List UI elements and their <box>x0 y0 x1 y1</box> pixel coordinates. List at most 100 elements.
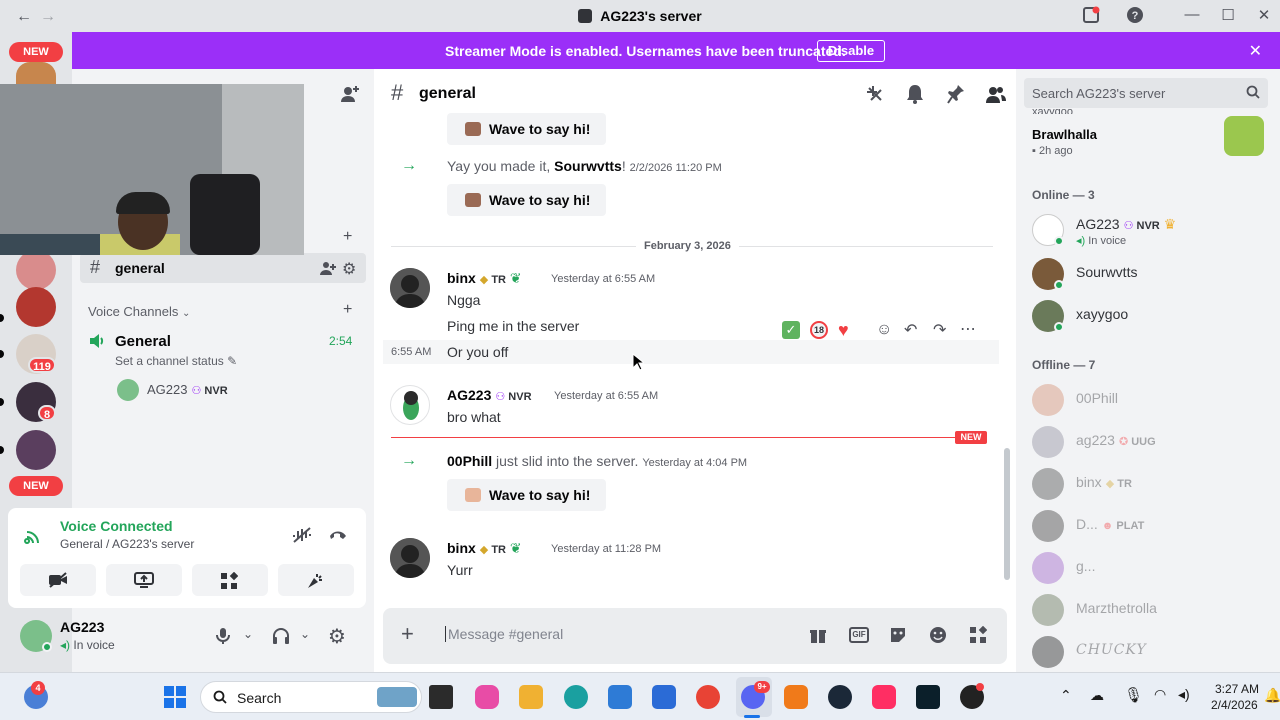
member-name: g... <box>1076 558 1096 574</box>
copilot-icon[interactable] <box>475 685 499 709</box>
tiktok-icon[interactable] <box>872 685 896 709</box>
screen-share-button[interactable] <box>106 564 182 596</box>
message-author[interactable]: binx ◆ TR ❦ <box>447 270 522 287</box>
member-item[interactable]: g... <box>1032 550 1262 590</box>
voice-channel-name[interactable]: General <box>115 333 171 350</box>
chrome-icon[interactable] <box>696 685 720 709</box>
chevron-up-icon[interactable]: ⌃ <box>1060 687 1072 704</box>
apps-icon[interactable] <box>969 626 987 644</box>
obs-terminal-icon[interactable] <box>916 685 940 709</box>
headphones-icon[interactable] <box>272 627 290 645</box>
chat-scrollbar[interactable] <box>1004 448 1010 580</box>
message-author[interactable]: binx ◆ TR ❦ <box>447 540 522 557</box>
attach-plus-icon[interactable]: + <box>401 622 414 646</box>
check-reaction-icon[interactable]: ✓ <box>782 321 800 339</box>
noise-suppression-icon[interactable] <box>292 526 312 544</box>
age-reaction-icon[interactable]: 18 <box>810 321 828 339</box>
clock-time[interactable]: 3:27 AM <box>1215 682 1259 696</box>
banner-message: Streamer Mode is enabled. Usernames have… <box>445 43 846 59</box>
avatar[interactable] <box>390 268 430 308</box>
voice-connected-subtitle[interactable]: General / AG223's server <box>60 537 194 551</box>
maximize-icon[interactable]: ☐ <box>1218 6 1238 26</box>
taskbar-search[interactable]: Search <box>200 681 422 713</box>
member-list-icon[interactable] <box>986 84 1006 104</box>
message-input[interactable]: Message #general <box>445 626 775 646</box>
signal-icon[interactable] <box>24 526 44 546</box>
task-view-icon[interactable] <box>429 685 453 709</box>
chevron-down-icon[interactable]: ⌄ <box>300 627 310 641</box>
fl-studio-icon[interactable] <box>784 685 808 709</box>
create-channel-icon[interactable]: + <box>343 228 352 246</box>
member-item[interactable]: D... ☻ PLAT <box>1032 508 1262 548</box>
channel-settings-icon[interactable]: ⚙ <box>342 259 356 279</box>
activity-card[interactable]: xayygoo Brawlhalla ▪ 2h ago <box>1024 106 1270 164</box>
steam-icon[interactable] <box>828 685 852 709</box>
member-item[interactable]: Marzthetrolla <box>1032 592 1262 632</box>
avatar[interactable] <box>390 538 430 578</box>
gift-icon[interactable] <box>809 626 827 644</box>
wave-button[interactable]: Wave to say hi! <box>447 113 607 145</box>
member-item[interactable]: Sourwvtts <box>1032 256 1262 296</box>
user-name[interactable]: AG223 <box>60 619 104 635</box>
wave-button[interactable]: Wave to say hi! <box>447 184 607 216</box>
avatar[interactable] <box>390 385 430 425</box>
inbox-icon[interactable] <box>1082 6 1102 26</box>
camera-off-button[interactable] <box>20 564 96 596</box>
store-icon[interactable] <box>652 685 676 709</box>
volume-icon[interactable]: ◂) <box>1178 686 1190 703</box>
outlook-icon[interactable] <box>608 685 632 709</box>
server-icon[interactable] <box>16 287 56 327</box>
disconnect-icon[interactable] <box>328 528 348 542</box>
soundboard-button[interactable] <box>278 564 354 596</box>
close-banner-icon[interactable]: ✕ <box>1249 41 1262 61</box>
add-voice-channel-icon[interactable]: + <box>343 301 352 319</box>
emoji-icon[interactable] <box>929 626 947 644</box>
clock-date[interactable]: 2/4/2026 <box>1211 698 1258 712</box>
wave-emoji-icon <box>465 488 481 502</box>
join-username[interactable]: 00Phill <box>447 453 492 469</box>
add-reaction-icon[interactable]: ☺ <box>876 321 892 339</box>
member-item[interactable]: 00Phill <box>1032 382 1262 422</box>
microphone-icon[interactable] <box>216 627 230 645</box>
network-icon[interactable]: ☁ <box>1090 687 1104 704</box>
message-author[interactable]: AG223 ⚇ NVR <box>447 387 532 403</box>
reply-icon[interactable]: ↶ <box>904 320 917 340</box>
edge-icon[interactable] <box>564 685 588 709</box>
pin-icon[interactable] <box>947 84 965 104</box>
disable-button[interactable]: Disable <box>817 40 885 62</box>
heart-reaction-icon[interactable]: ♥ <box>838 320 849 341</box>
channel-status[interactable]: Set a channel status ✎ <box>115 354 237 368</box>
threads-icon[interactable] <box>865 84 885 104</box>
member-item[interactable]: xayygoo <box>1032 298 1262 338</box>
start-icon[interactable] <box>163 685 187 709</box>
join-username[interactable]: Sourwvtts <box>554 158 622 174</box>
help-icon[interactable]: ? <box>1126 6 1146 26</box>
member-item[interactable]: CHUCKY <box>1032 634 1262 670</box>
invite-icon[interactable] <box>320 260 336 276</box>
server-icon[interactable] <box>16 430 56 470</box>
member-item[interactable]: AG223 ⚇ NVR ♛ ◂) In voice <box>1032 212 1262 252</box>
wifi-icon[interactable]: ◠ <box>1154 686 1166 703</box>
member-item[interactable]: ag223 ✪ UUG <box>1032 424 1262 464</box>
gif-icon[interactable]: GIF <box>849 627 869 643</box>
notifications-icon[interactable]: 🔔 <box>1264 687 1280 704</box>
channel-item-general[interactable]: # general ⚙ <box>80 253 366 283</box>
more-icon[interactable]: ⋯ <box>960 319 976 339</box>
microphone-tray-icon[interactable]: 🎙 <box>1124 686 1143 704</box>
add-friend-icon[interactable] <box>340 84 360 104</box>
search-input[interactable]: Search AG223's server <box>1024 78 1268 108</box>
notification-bell-icon[interactable] <box>906 84 924 104</box>
server-icon[interactable] <box>16 250 56 290</box>
file-explorer-icon[interactable] <box>519 685 543 709</box>
user-settings-icon[interactable]: ⚙ <box>328 624 346 649</box>
activities-button[interactable] <box>192 564 268 596</box>
chevron-down-icon[interactable]: ⌄ <box>243 627 253 641</box>
close-window-icon[interactable]: ✕ <box>1254 6 1274 26</box>
minimize-icon[interactable]: — <box>1182 6 1202 26</box>
member-item[interactable]: binx ◆ TR <box>1032 466 1262 506</box>
voice-user-entry[interactable]: AG223 ⚇ NVR <box>147 382 228 397</box>
wave-button[interactable]: Wave to say hi! <box>447 479 607 511</box>
sticker-icon[interactable] <box>889 626 907 644</box>
forward-icon[interactable]: ↷ <box>933 320 946 340</box>
voice-channels-header[interactable]: Voice Channels ⌄ <box>88 304 190 319</box>
